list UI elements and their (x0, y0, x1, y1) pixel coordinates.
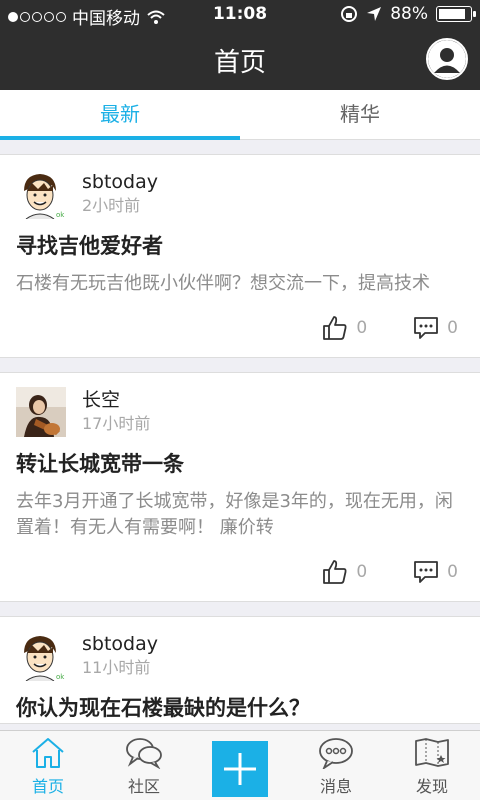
battery-fill (439, 9, 466, 19)
like-count: 0 (356, 318, 368, 338)
post-time: 2小时前 (82, 196, 141, 215)
post-meta: sbtoday 2小时前 (82, 169, 158, 217)
comment-icon (414, 561, 439, 583)
like-count: 0 (356, 562, 368, 582)
battery-icon (436, 6, 476, 22)
comment-count: 0 (447, 562, 458, 582)
tab-featured[interactable]: 精华 (240, 90, 480, 139)
post-actions: 0 0 (16, 541, 464, 601)
status-bar: 中国移动 11:08 88% (0, 0, 480, 29)
post-actions: 0 0 (16, 297, 464, 357)
tabbar-label-community: 社区 (127, 777, 160, 796)
tabbar-item-messages[interactable]: 消息 (288, 731, 384, 800)
map-icon (415, 738, 449, 767)
chat-bubbles-icon (126, 738, 162, 769)
tabbar-label-messages: 消息 (319, 777, 352, 796)
new-post-button[interactable] (212, 741, 268, 797)
thumbs-up-icon (323, 316, 347, 340)
tabbar-item-community[interactable]: 社区 (96, 731, 192, 800)
message-icon (319, 738, 353, 769)
status-right: 88% (340, 4, 476, 24)
post-meta: 长空 17小时前 (82, 387, 150, 435)
bottom-tab-bar: 首页 社区 消息 发现 (0, 730, 480, 800)
nav-bar: 首页 (0, 28, 480, 90)
avatar[interactable]: ok (16, 631, 66, 681)
post-author[interactable]: 长空 (82, 387, 150, 413)
post-header: 长空 17小时前 (16, 387, 464, 437)
post-header: ok sbtoday 11小时前 (16, 631, 464, 681)
post-card[interactable]: ok sbtoday 2小时前 寻找吉他爱好者 石楼有无玩吉他既小伙伴啊？想交流… (0, 154, 480, 358)
like-button[interactable]: 0 (322, 559, 367, 585)
plus-icon (224, 753, 256, 785)
post-author[interactable]: sbtoday (82, 169, 158, 195)
post-card[interactable]: 长空 17小时前 转让长城宽带一条 去年3月开通了长城宽带，好像是3年的，现在无… (0, 372, 480, 602)
comment-button[interactable]: 0 (413, 316, 458, 340)
comment-button[interactable]: 0 (413, 560, 458, 584)
user-avatar-icon (428, 40, 466, 78)
post-header: ok sbtoday 2小时前 (16, 169, 464, 219)
post-author[interactable]: sbtoday (82, 631, 158, 657)
svg-text:ok: ok (56, 211, 65, 219)
post-feed[interactable]: ok sbtoday 2小时前 寻找吉他爱好者 石楼有无玩吉他既小伙伴啊？想交流… (0, 154, 480, 730)
thumbs-up-icon (323, 560, 347, 584)
tabbar-label-discover: 发现 (415, 777, 448, 796)
tabbar-item-home[interactable]: 首页 (0, 731, 96, 800)
svg-text:ok: ok (56, 673, 65, 681)
post-body: 石楼有无玩吉他既小伙伴啊？想交流一下，提高技术 (16, 273, 430, 294)
tab-latest[interactable]: 最新 (0, 90, 240, 140)
post-time: 11小时前 (82, 658, 151, 677)
home-icon (32, 738, 64, 768)
post-card[interactable]: ok sbtoday 11小时前 你认为现在石楼最缺的是什么？ (0, 616, 480, 724)
battery-percent: 88% (390, 4, 428, 24)
comment-count: 0 (447, 318, 458, 338)
post-title[interactable]: 寻找吉他爱好者 (16, 231, 464, 261)
post-title[interactable]: 你认为现在石楼最缺的是什么？ (16, 693, 464, 723)
comment-icon (414, 317, 439, 339)
avatar[interactable]: ok (16, 169, 66, 219)
avatar[interactable] (16, 387, 66, 437)
like-button[interactable]: 0 (322, 315, 367, 341)
tabbar-item-new-post[interactable] (192, 731, 288, 800)
location-arrow-icon (367, 7, 382, 21)
rotation-lock-icon (341, 6, 358, 22)
post-time: 17小时前 (82, 414, 151, 433)
feed-tabs: 最新 精华 (0, 90, 480, 140)
post-body: 去年3月开通了长城宽带，好像是3年的，现在无用，闲置着！有无人有需要啊！ 廉价转 (16, 491, 453, 538)
page-title: 首页 (213, 48, 266, 78)
tabbar-label-home: 首页 (31, 777, 64, 796)
tabbar-item-discover[interactable]: 发现 (384, 731, 480, 800)
profile-button[interactable] (426, 38, 468, 80)
post-meta: sbtoday 11小时前 (82, 631, 158, 679)
post-title[interactable]: 转让长城宽带一条 (16, 449, 464, 479)
